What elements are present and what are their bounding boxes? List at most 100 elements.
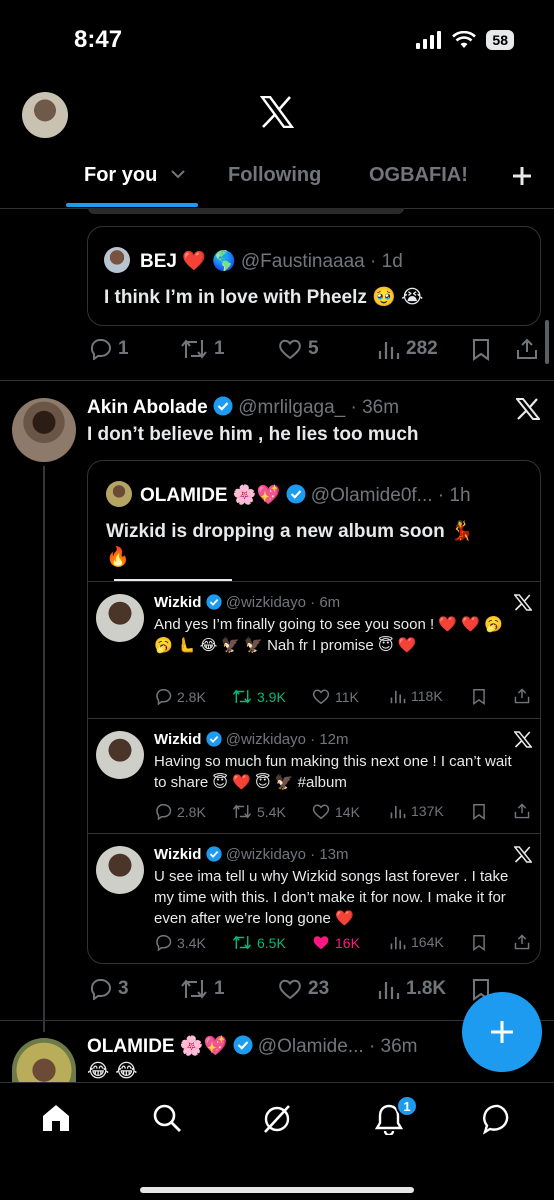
verified-badge-icon [205, 846, 222, 862]
tweet-author-name[interactable]: OLAMIDE [87, 1036, 175, 1057]
tweet-author-avatar[interactable] [12, 398, 76, 462]
x-logo-icon[interactable] [514, 594, 532, 611]
like-button[interactable]: 11K [312, 688, 359, 705]
retweet-button[interactable]: 6.5K [232, 934, 286, 951]
views-button[interactable]: 1.8K [378, 978, 446, 1000]
reply-icon [156, 689, 172, 705]
embedded-tweet[interactable]: Wizkid @wizkidayo · 12m Having so much f… [88, 719, 540, 833]
reply-icon [156, 935, 172, 951]
views-button[interactable]: 137K [390, 803, 444, 819]
quoted-text: I think I’m in love with Pheelz 🥹 😭 [104, 287, 424, 308]
quoted-name-emoji: 🌸💖 [232, 484, 281, 506]
embedded-header: Wizkid @wizkidayo · 6m [154, 594, 340, 611]
reply-button[interactable]: 3.4K [154, 934, 206, 951]
x-logo-icon[interactable] [260, 96, 294, 128]
quoted-name: OLAMIDE [140, 485, 228, 506]
views-icon [390, 690, 406, 704]
retweet-button[interactable]: 5.4K [232, 803, 286, 820]
verified-badge-icon [205, 594, 222, 610]
like-button[interactable]: 5 [278, 338, 319, 360]
tweet-time: · 36m [350, 397, 400, 418]
retweet-button[interactable]: 1 [180, 338, 225, 360]
retweet-icon [232, 689, 252, 704]
grok-icon[interactable] [261, 1103, 293, 1135]
quoted-name: BEJ [140, 251, 177, 272]
compose-button[interactable] [462, 992, 542, 1072]
home-indicator [140, 1187, 414, 1193]
quoted-tweet[interactable]: BEJ ❤️ 🌎 @Faustinaaaa · 1d I think I’m i… [87, 226, 541, 326]
embedded-time: · 12m [310, 731, 349, 748]
views-icon [390, 805, 406, 819]
home-icon[interactable] [40, 1103, 72, 1133]
bookmark-icon[interactable] [472, 804, 486, 820]
tweet-author-avatar[interactable] [12, 1038, 76, 1084]
messages-icon[interactable] [482, 1103, 514, 1135]
bookmark-icon[interactable] [472, 935, 486, 951]
verified-badge-icon [213, 396, 233, 416]
retweet-button[interactable]: 1 [180, 978, 225, 1000]
search-icon[interactable] [152, 1103, 182, 1133]
views-button[interactable]: 164K [390, 934, 444, 950]
tweet-author-handle[interactable]: @mrlilgaga_ [238, 397, 345, 418]
tweet-author-emoji: 🌸💖 [179, 1035, 228, 1057]
tab-ogbafia[interactable]: OGBAFIA! [369, 164, 468, 187]
x-logo-icon[interactable] [514, 731, 532, 748]
share-icon[interactable] [516, 338, 538, 360]
quoted-header: OLAMIDE 🌸💖 @Olamide0f... · 1h [140, 483, 471, 507]
share-icon[interactable] [514, 803, 530, 819]
views-icon [378, 982, 400, 999]
tweet-author-name[interactable]: Akin Abolade [87, 397, 208, 418]
like-button[interactable]: 23 [278, 978, 329, 1000]
embedded-header: Wizkid @wizkidayo · 13m [154, 846, 349, 863]
embedded-avatar[interactable] [96, 594, 144, 642]
tab-following[interactable]: Following [228, 164, 321, 187]
embedded-tweet[interactable]: Wizkid @wizkidayo · 13m U see ima tell u… [88, 834, 540, 964]
views-icon [390, 936, 406, 950]
scrollbar[interactable] [545, 320, 549, 364]
x-logo-icon[interactable] [516, 398, 540, 420]
profile-avatar[interactable] [22, 92, 68, 138]
verified-badge-icon [286, 484, 305, 504]
bookmark-icon[interactable] [472, 339, 490, 361]
like-button[interactable]: 14K [312, 803, 360, 820]
quoted-tweet[interactable]: OLAMIDE 🌸💖 @Olamide0f... · 1h Wizkid is … [87, 460, 541, 964]
share-icon[interactable] [514, 688, 530, 704]
notification-badge: 1 [396, 1095, 418, 1117]
active-tab-indicator [66, 203, 198, 207]
like-button[interactable]: 16K [312, 934, 360, 951]
views-button[interactable]: 282 [378, 338, 438, 360]
wifi-icon [452, 31, 477, 48]
add-tab-icon[interactable] [512, 166, 532, 186]
quoted-avatar[interactable] [106, 481, 132, 507]
embedded-name: Wizkid [154, 594, 202, 611]
reply-button[interactable]: 2.8K [154, 688, 206, 705]
quoted-avatar[interactable] [104, 247, 130, 273]
embedded-text: Having so much fun making this next one … [154, 753, 512, 791]
embedded-avatar[interactable] [96, 846, 144, 894]
retweet-icon [232, 935, 252, 950]
embedded-handle: @wizkidayo [225, 846, 306, 863]
chevron-down-icon [171, 170, 185, 179]
embedded-tweet[interactable]: Wizkid @wizkidayo · 6m And yes I’m final… [88, 582, 540, 718]
embedded-time: · 6m [310, 594, 341, 611]
retweet-button[interactable]: 3.9K [232, 688, 286, 705]
plus-icon [491, 1021, 513, 1043]
retweet-icon [181, 339, 207, 359]
reply-button[interactable]: 1 [88, 338, 129, 360]
bookmark-icon[interactable] [472, 689, 486, 705]
share-icon[interactable] [514, 934, 530, 950]
media-bottom-edge [88, 208, 404, 214]
reply-button[interactable]: 3 [88, 978, 129, 1000]
views-button[interactable]: 118K [390, 688, 443, 704]
tweet-author-handle[interactable]: @Olamide... [258, 1036, 364, 1057]
heart-icon [312, 804, 330, 820]
tab-for-you[interactable]: For you [84, 164, 185, 187]
quoted-name-emoji: ❤️ 🌎 [182, 250, 236, 272]
reply-button[interactable]: 2.8K [154, 803, 206, 820]
heart-icon [312, 689, 330, 705]
retweet-icon [181, 979, 207, 999]
embedded-avatar[interactable] [96, 731, 144, 779]
retweet-icon [232, 804, 252, 819]
quoted-time: · 1h [437, 485, 471, 506]
x-logo-icon[interactable] [514, 846, 532, 863]
